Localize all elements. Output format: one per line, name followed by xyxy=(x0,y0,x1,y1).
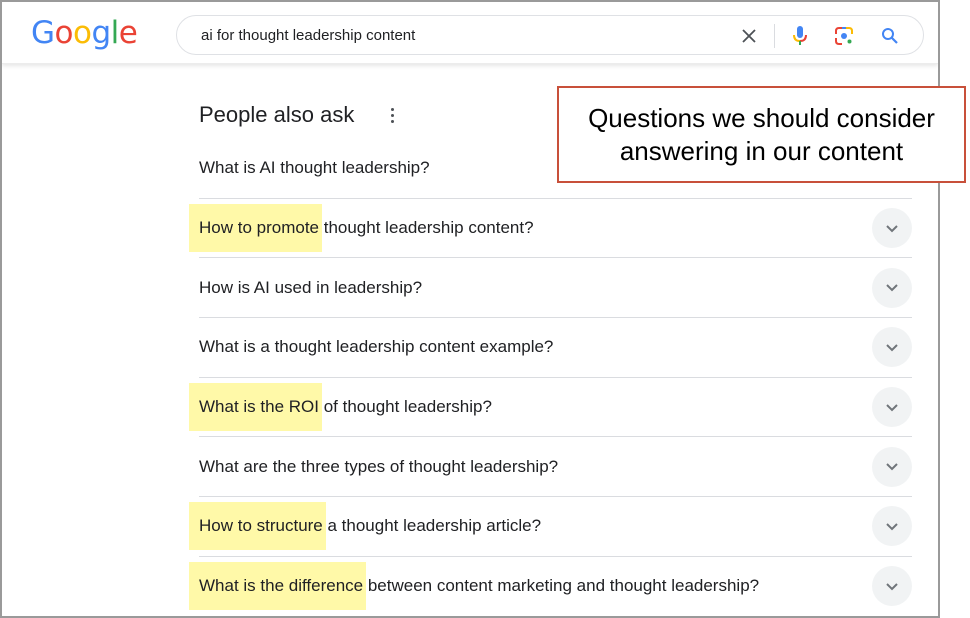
annotation-line-2: answering in our content xyxy=(619,135,904,166)
chevron-down-icon[interactable] xyxy=(872,208,912,249)
search-input[interactable] xyxy=(201,27,721,44)
question-text: What is the ROI of thought leadership? xyxy=(199,397,492,417)
search-box xyxy=(176,15,924,55)
logo-letter: o xyxy=(54,15,74,51)
question-row[interactable]: How to structure a thought leadership ar… xyxy=(199,497,912,557)
people-also-ask-list: What is AI thought leadership? How to pr… xyxy=(199,139,912,616)
question-row[interactable]: What are the three types of thought lead… xyxy=(199,437,912,498)
mic-icon[interactable] xyxy=(789,25,811,47)
question-row[interactable]: What is a thought leadership content exa… xyxy=(199,318,912,378)
chevron-down-icon[interactable] xyxy=(872,506,912,547)
question-highlight: What is the ROI xyxy=(199,397,319,417)
chevron-down-icon[interactable] xyxy=(872,566,912,607)
annotation-line-1: Questions we should consider xyxy=(588,102,935,133)
question-rest: What is AI thought leadership? xyxy=(199,158,430,178)
google-logo[interactable]: Google xyxy=(31,15,138,51)
question-rest: What are the three types of thought lead… xyxy=(199,456,559,476)
logo-letter: e xyxy=(118,15,138,51)
question-row[interactable]: How to promote thought leadership conten… xyxy=(199,199,912,259)
question-row[interactable]: How is AI used in leadership? xyxy=(199,258,912,319)
question-rest: between content marketing and thought le… xyxy=(363,576,760,596)
search-header: Google xyxy=(2,2,938,64)
question-text: What is AI thought leadership? xyxy=(199,158,430,178)
question-rest: of thought leadership? xyxy=(318,397,492,417)
question-text: What is a thought leadership content exa… xyxy=(199,337,553,357)
chevron-down-icon[interactable] xyxy=(872,446,912,487)
question-text: How to promote thought leadership conten… xyxy=(199,218,534,238)
logo-letter: g xyxy=(91,15,111,51)
logo-letter: G xyxy=(31,15,55,51)
annotation-callout: Questions we should consider answering i… xyxy=(557,86,966,183)
question-rest: a thought leadership article? xyxy=(322,516,542,536)
clear-icon[interactable] xyxy=(738,25,760,47)
question-text: What are the three types of thought lead… xyxy=(199,457,558,477)
question-text: What is the difference between content m… xyxy=(199,576,759,596)
search-icon[interactable] xyxy=(879,25,901,47)
question-highlight: How to structure xyxy=(199,516,323,536)
question-row[interactable]: What is the ROI of thought leadership? xyxy=(199,378,912,438)
question-rest: What is a thought leadership content exa… xyxy=(199,337,554,357)
question-rest: How is AI used in leadership? xyxy=(199,277,423,297)
question-text: How is AI used in leadership? xyxy=(199,278,422,298)
question-row[interactable]: What is the difference between content m… xyxy=(199,557,912,616)
logo-letter: o xyxy=(73,15,92,51)
lens-icon[interactable] xyxy=(833,25,855,47)
logo-letter: l xyxy=(110,15,120,51)
chevron-down-icon[interactable] xyxy=(872,387,912,428)
question-rest: thought leadership content? xyxy=(319,218,534,238)
chevron-down-icon[interactable] xyxy=(872,327,912,368)
more-vert-icon[interactable] xyxy=(385,105,399,125)
search-divider xyxy=(774,24,775,48)
people-also-ask-title: People also ask xyxy=(199,102,355,127)
question-highlight: How to promote xyxy=(199,218,319,238)
question-text: How to structure a thought leadership ar… xyxy=(199,516,541,536)
chevron-down-icon[interactable] xyxy=(872,267,912,308)
question-highlight: What is the difference xyxy=(199,576,364,596)
